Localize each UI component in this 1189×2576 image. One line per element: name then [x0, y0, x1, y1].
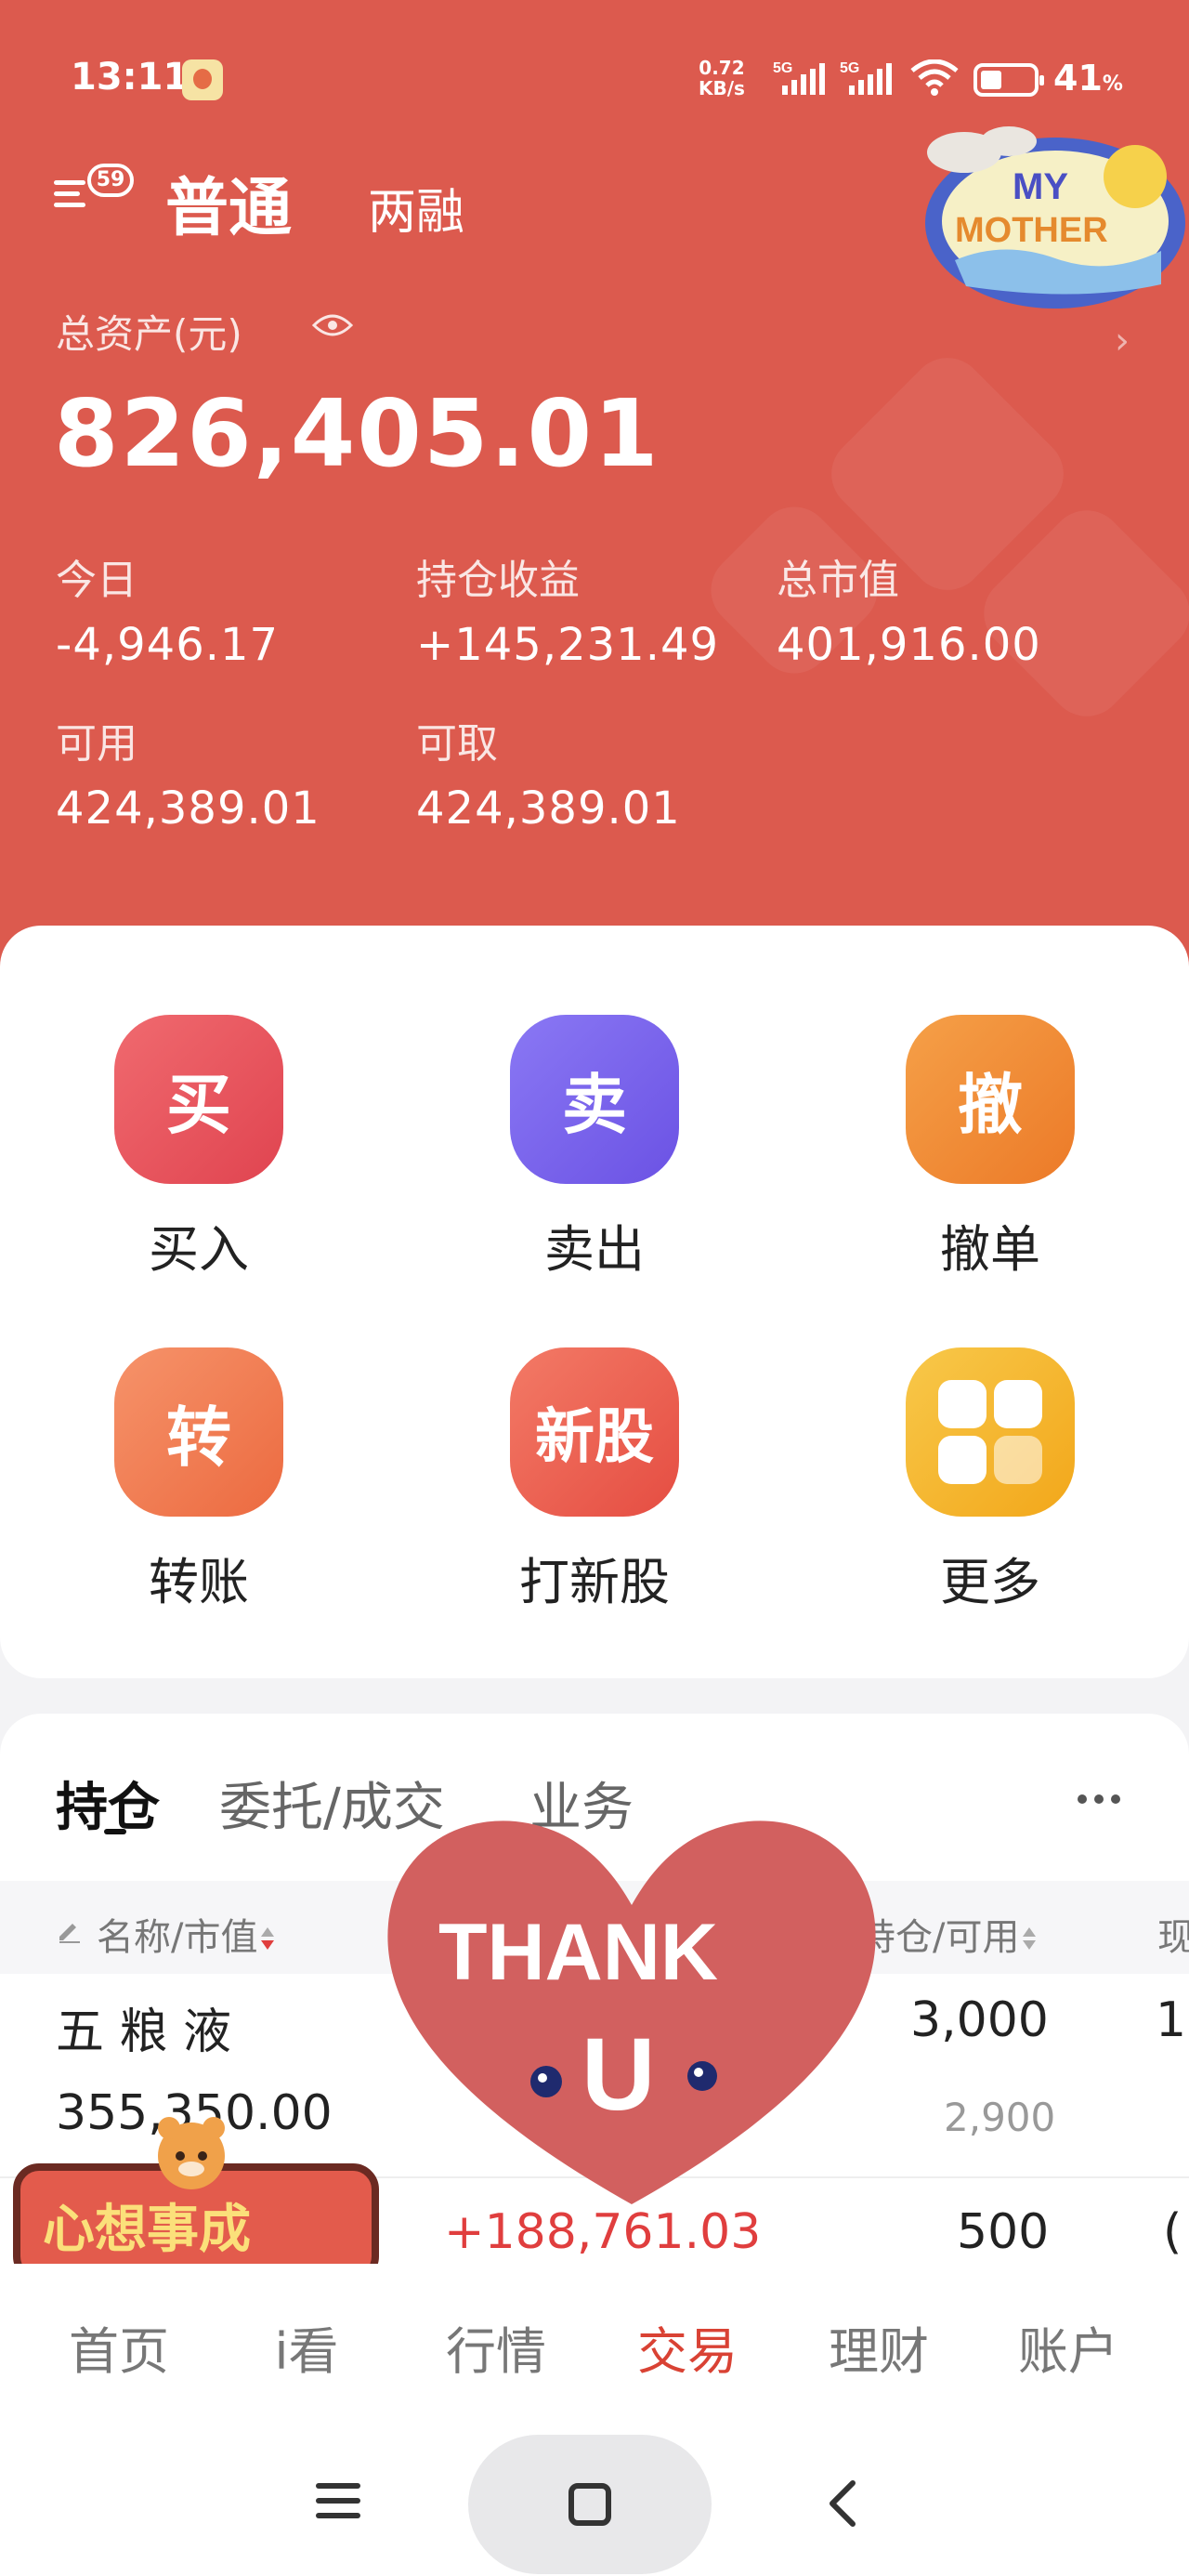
total-assets-label: 总资产(元) [56, 311, 242, 357]
sticker-text: U [581, 2017, 655, 2132]
signal-type-label: 5G [840, 60, 859, 76]
menu-line [54, 203, 85, 207]
nav-i-watch[interactable]: i看 [232, 2310, 381, 2384]
signal-type-label: 5G [773, 60, 792, 76]
signal-icon: 5G [840, 60, 892, 95]
stat-label: 可取 [416, 720, 498, 768]
stat-value: 424,389.01 [416, 782, 681, 835]
current-price: 1 [1156, 1992, 1187, 2048]
stat-label: 持仓收益 [416, 557, 580, 604]
account-header: 13:11 0.72 KB/s 5G 5G 41% 59 普通 两融 MY MO… [0, 0, 1189, 966]
buy-label: 买入 [149, 1220, 249, 1279]
column-label: 名称/市值 [97, 1916, 258, 1959]
holding-quantity: 500 [957, 2204, 1050, 2260]
battery-unit: % [1102, 72, 1123, 96]
more-button[interactable]: 更多 [869, 1347, 1111, 1614]
holding-quantity: 3,000 [910, 1992, 1049, 2048]
current-price: ( [1163, 2204, 1182, 2260]
stat-label: 可用 [56, 720, 137, 768]
buy-button[interactable]: 买 买入 [78, 1015, 320, 1281]
stat-value: -4,946.17 [56, 619, 280, 671]
tab-margin-account[interactable]: 两融 [368, 173, 464, 243]
available-quantity: 2,900 [944, 2095, 1056, 2140]
nav-market[interactable]: 行情 [422, 2310, 570, 2384]
menu-line [54, 191, 80, 196]
cancel-order-label: 撤单 [940, 1220, 1040, 1279]
trade-actions-card: 买 买入 卖 卖出 撤 撤单 转 转账 新股 打新股 更多 [0, 926, 1189, 1678]
cancel-order-icon: 撤 [906, 1015, 1075, 1184]
ipo-subscribe-label: 打新股 [519, 1553, 670, 1611]
recent-apps-icon[interactable] [316, 2483, 360, 2528]
eye-icon[interactable] [312, 312, 353, 338]
battery-fill [981, 71, 1001, 89]
battery-percent: 41% [1053, 58, 1123, 99]
grid-icon [938, 1380, 1042, 1484]
transfer-button[interactable]: 转 转账 [78, 1347, 320, 1614]
app-notification-icon [182, 59, 223, 100]
tab-underline [104, 1829, 126, 1834]
menu-button[interactable]: 59 [54, 160, 137, 225]
stat-label: 总市值 [777, 557, 899, 604]
sell-button[interactable]: 卖 卖出 [474, 1015, 715, 1281]
stat-withdrawable: 可取 424,389.01 [416, 710, 681, 835]
stock-name: 五 粮 液 [56, 2004, 232, 2060]
menu-line [54, 180, 85, 185]
ipo-subscribe-button[interactable]: 新股 打新股 [474, 1347, 715, 1614]
home-button[interactable] [468, 2435, 712, 2574]
sticker-text: 心想事成 [43, 2200, 251, 2260]
stat-value: 424,389.01 [56, 782, 320, 835]
stat-today: 今日 -4,946.17 [56, 546, 279, 671]
more-apps-icon [906, 1347, 1075, 1517]
transfer-label: 转账 [149, 1553, 249, 1611]
cancel-order-button[interactable]: 撤 撤单 [869, 1015, 1111, 1281]
total-assets-value: 826,405.01 [54, 379, 660, 488]
signal-icon: 5G [773, 60, 825, 95]
column-header-price[interactable]: 现 [1157, 1907, 1189, 1961]
edit-icon[interactable] [56, 1916, 84, 1944]
network-speed: 0.72 KB/s [699, 58, 745, 99]
my-mother-sticker: MY MOTHER [925, 126, 1185, 309]
message-count-badge: 59 [87, 164, 134, 197]
stat-value: 401,916.00 [777, 619, 1041, 671]
status-time: 13:11 [71, 56, 189, 99]
holding-profit: +188,761.03 [444, 2204, 762, 2260]
more-label: 更多 [940, 1553, 1040, 1611]
wifi-icon [910, 59, 959, 96]
sticker-text: MOTHER [955, 211, 1108, 250]
nav-trade[interactable]: 交易 [613, 2310, 762, 2384]
nav-home[interactable]: 首页 [45, 2310, 193, 2384]
more-options-icon[interactable] [1078, 1790, 1128, 1807]
stat-value: +145,231.49 [416, 619, 720, 671]
nav-account[interactable]: 账户 [994, 2310, 1143, 2384]
bottom-navigation: 首页 i看 行情 交易 理财 账户 [0, 2264, 1189, 2412]
transfer-icon: 转 [114, 1347, 283, 1517]
stat-market-value: 总市值 401,916.00 [777, 546, 1041, 671]
sell-icon: 卖 [510, 1015, 679, 1184]
buy-icon: 买 [114, 1015, 283, 1184]
system-navigation-bar [0, 2412, 1189, 2576]
net-speed-value: 0.72 [699, 57, 745, 79]
sticker-text: THANK [438, 1908, 718, 1997]
stat-label: 今日 [56, 557, 137, 604]
tab-ordinary-account[interactable]: 普通 [165, 156, 292, 248]
ipo-icon: 新股 [510, 1347, 679, 1517]
net-speed-unit: KB/s [699, 77, 745, 99]
nav-wealth[interactable]: 理财 [804, 2310, 953, 2384]
sort-icon [1023, 1925, 1037, 1953]
back-icon[interactable] [823, 2476, 860, 2531]
column-header-name[interactable]: 名称/市值 [97, 1907, 275, 1961]
thank-you-heart-sticker: THANK U [387, 1820, 876, 2204]
battery-value: 41 [1053, 58, 1103, 99]
battery-icon [973, 63, 1044, 97]
stat-available: 可用 424,389.01 [56, 710, 320, 835]
home-square-icon [568, 2483, 611, 2526]
sell-label: 卖出 [544, 1220, 645, 1279]
sort-icon [261, 1925, 275, 1953]
chevron-right-icon[interactable]: › [1115, 320, 1130, 362]
stat-holding-profit: 持仓收益 +145,231.49 [416, 546, 719, 671]
sticker-text: MY [1013, 166, 1068, 207]
